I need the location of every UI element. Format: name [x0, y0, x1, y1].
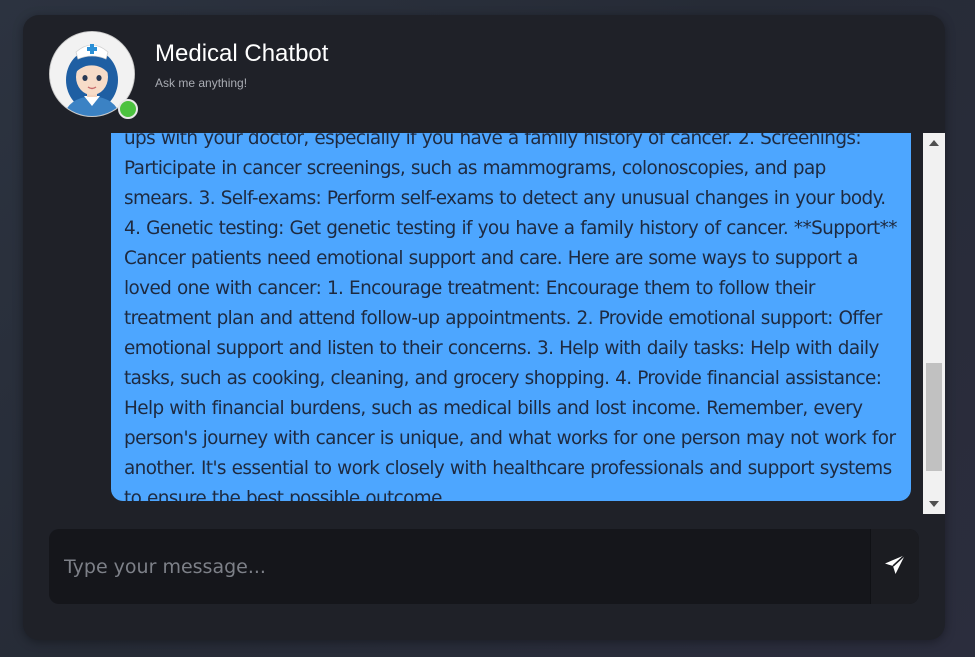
page-title: Medical Chatbot — [155, 40, 329, 67]
message-list[interactable]: ups with your doctor, especially if you … — [23, 133, 927, 514]
message-scrollbar[interactable] — [923, 133, 945, 514]
bot-message: ups with your doctor, especially if you … — [111, 133, 911, 501]
scroll-up-arrow-icon[interactable] — [923, 133, 945, 153]
send-icon — [883, 553, 907, 581]
chat-window: Medical Chatbot Ask me anything! ups wit… — [23, 15, 945, 640]
send-button[interactable] — [870, 529, 919, 604]
message-composer — [49, 529, 919, 604]
message-input[interactable] — [49, 529, 869, 604]
page-subtitle: Ask me anything! — [155, 76, 248, 90]
scroll-thumb[interactable] — [926, 363, 942, 471]
bot-avatar — [49, 31, 138, 119]
online-status-indicator — [118, 99, 138, 119]
scroll-down-arrow-icon[interactable] — [923, 494, 945, 514]
